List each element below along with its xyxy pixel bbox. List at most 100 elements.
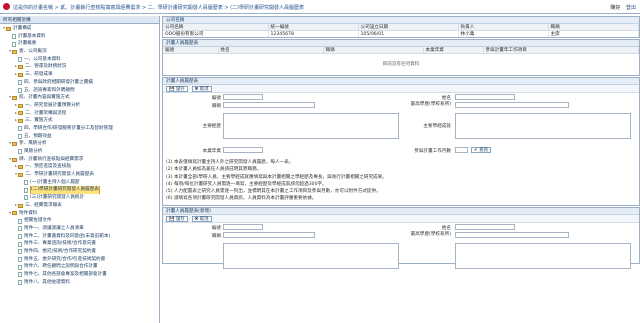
sidebar-item[interactable]: 附件四、委託/技術/合作研究契約書 <box>0 248 159 256</box>
col-title[interactable]: 職稱 <box>323 47 424 54</box>
staff-form: 編號 姓名 職稱 最高學歷(學校系所) 主要經歷 主要學經成就 本業年資 參與計… <box>163 93 639 157</box>
save-button[interactable]: 💾 儲存 <box>166 86 188 92</box>
sidebar-item[interactable]: ▾ 計畫構成 <box>0 25 159 33</box>
empty-message: 目前沒有任何資料 <box>382 62 420 67</box>
sidebar-item[interactable]: ▾ 壹、公司概況 <box>0 48 159 56</box>
sidebar-item[interactable]: 附件五、委外研究/合作/引進技術契約書 <box>0 256 159 264</box>
sidebar-item[interactable]: ▾ 二、學研計畫研究開發人員履歷表 <box>0 171 159 179</box>
sidebar-item[interactable]: ▸ 三、經費需求總表 <box>0 202 159 210</box>
sidebar-item[interactable]: 相關佐證文件 <box>0 217 159 225</box>
table-row: OOO股份有限公司 12345678 105/06/01 林小萬 主席 <box>163 30 639 37</box>
document-icon <box>18 272 22 278</box>
cancel-label: 取消 <box>199 87 209 92</box>
sidebar-item-label: 計畫概要 <box>18 41 37 47</box>
document-icon <box>18 133 22 139</box>
achievements-textarea-2[interactable] <box>455 242 631 269</box>
sidebar-item[interactable]: ▸ 三、實施方式 <box>0 117 159 125</box>
sidebar-item[interactable]: ▾ 參、風險分析 <box>0 140 159 148</box>
folder-icon <box>18 103 23 108</box>
save-button-2[interactable]: 💾 儲存 <box>166 215 188 222</box>
sidebar-item[interactable]: ▸ 二、營運及財務狀況 <box>0 63 159 71</box>
sidebar-item-label: 三、研發成果 <box>25 72 53 78</box>
experience-textarea-2[interactable] <box>223 242 399 269</box>
sidebar-item[interactable]: (三)計畫研究開發人員統計 <box>0 194 159 202</box>
document-icon <box>18 226 22 232</box>
sidebar-item-label: 二、學研計畫研究開發人員履歷表 <box>25 172 94 178</box>
sidebar-item[interactable]: 四、學研合作/研發服務計畫分工及智財管理 <box>0 125 159 133</box>
logout-link[interactable]: 登出 <box>626 5 636 11</box>
sidebar-item[interactable]: 附件二、計畫書資料及同意函(未簽前範本) <box>0 233 159 241</box>
top-bar: 這是你的計畫名稱 > 貳、計畫執行查核點填寫與經費需求 > 二、學研計畫研究開發… <box>0 0 640 14</box>
sidebar-item-label: (一)計畫主持人個人履歷 <box>30 179 80 185</box>
sidebar-item[interactable]: ▾ 貳、計畫內容與實施方式 <box>0 94 159 102</box>
sidebar-item[interactable]: 附件三、專業諮詢/技術/合作意向書 <box>0 240 159 248</box>
label-name-2: 姓名 <box>441 225 451 231</box>
cancel-button-2[interactable]: ✖ 取消 <box>191 215 212 222</box>
sidebar-item[interactable]: 五、預期效益 <box>0 133 159 141</box>
col-id[interactable]: 編號 <box>163 47 219 54</box>
name-input[interactable] <box>455 94 515 100</box>
folder-icon <box>6 26 11 31</box>
sidebar-item[interactable]: ▾ 附件資料 <box>0 210 159 218</box>
sidebar-item[interactable]: 四、參與政府相關研發計畫之實績 <box>0 79 159 87</box>
sidebar-item[interactable]: 風險分析 <box>0 148 159 156</box>
sidebar-item-label: 四、學研合作/研發服務計畫分工及智財管理 <box>24 125 113 131</box>
achievements-textarea[interactable] <box>455 113 631 139</box>
label-months: 參與計畫工作月數 <box>414 149 451 154</box>
title-input-2[interactable] <box>223 231 315 238</box>
label-id-2: 編號 <box>211 225 221 231</box>
folder-icon <box>18 165 23 170</box>
staff-list-title: 計畫人員履歷表 <box>163 40 639 47</box>
sidebar-item[interactable]: (二)學研計畫研究開發人員履歷表 <box>0 186 159 195</box>
sidebar-item[interactable]: (一)計畫主持人個人履歷 <box>0 179 159 187</box>
id-input-2[interactable] <box>223 223 263 230</box>
document-icon <box>18 218 22 224</box>
sidebar-item[interactable]: 附件七、其他各部會專案及相關部會計畫 <box>0 271 159 279</box>
document-icon <box>18 233 22 239</box>
query-label: 查詢 <box>479 148 488 153</box>
sidebar-item[interactable]: 計畫基本資料 <box>0 33 159 41</box>
sidebar-item-label: 附件五、委外研究/合作/引進技術契約書 <box>24 256 106 262</box>
document-icon <box>18 264 22 270</box>
name-input-2[interactable] <box>455 223 515 230</box>
document-icon <box>24 180 28 186</box>
sidebar-item[interactable]: ▸ 二、計畫架構與流程 <box>0 110 159 118</box>
years-input[interactable] <box>223 147 263 153</box>
company-panel-title: 公司名稱 <box>163 17 639 24</box>
sidebar-item[interactable]: 五、諮詢專家和外聘顧問 <box>0 87 159 95</box>
col-name[interactable]: 姓名 <box>218 47 324 54</box>
new-form-toolbar: 💾 儲存 ✖ 取消 <box>163 214 639 223</box>
sidebar-item[interactable]: 附件八、其他佐證資料 <box>0 279 159 287</box>
folder-icon <box>12 142 17 147</box>
cancel-button[interactable]: ✖ 取消 <box>191 86 212 92</box>
title-input[interactable] <box>223 102 315 108</box>
document-icon <box>18 241 22 247</box>
folder-icon <box>18 111 23 116</box>
sidebar-item-label: 風險分析 <box>24 149 43 154</box>
sidebar-item-label: 一、預定進度及查核點 <box>25 164 71 170</box>
col-work-items[interactable]: 參與計畫年工作項目 <box>483 47 639 54</box>
sidebar-item[interactable]: 附件一、須讓渡讓之人員清單 <box>0 225 159 233</box>
col-years[interactable]: 本業年資 <box>423 47 484 54</box>
query-button[interactable]: ✔ 查詢 <box>471 147 491 153</box>
note-item: (2) 本計畫人員如為兼任人員請註明其原職務。 <box>166 167 262 173</box>
folder-icon <box>18 172 23 177</box>
document-icon <box>18 126 22 132</box>
staff-list-table: 編號 姓名 職稱 本業年資 參與計畫年工作項目 <box>163 47 639 54</box>
folder-icon <box>18 203 23 208</box>
months-input[interactable] <box>455 147 468 153</box>
id-input[interactable] <box>223 94 263 100</box>
sidebar-item-label: 計畫構成 <box>13 26 32 31</box>
sidebar-item-label: 四、參與政府相關研發計畫之實績 <box>24 79 93 85</box>
sidebar-item[interactable]: ▾ 肆、計畫執行查核點與經費需求 <box>0 156 159 164</box>
degree-input[interactable] <box>455 102 569 108</box>
sidebar-item[interactable]: 計畫概要 <box>0 40 159 48</box>
sidebar-item[interactable]: ▸ 一、研究發展計畫預算分析 <box>0 102 159 110</box>
sidebar-item[interactable]: ▸ 三、研發成果 <box>0 71 159 79</box>
sidebar-item[interactable]: ▸ 一、預定進度及查核點 <box>0 163 159 171</box>
sidebar-item[interactable]: 附件六、聘任顧問之說明與合作計畫 <box>0 263 159 271</box>
sidebar-item[interactable]: 一、公司基本資料 <box>0 56 159 64</box>
degree-input-2[interactable] <box>455 231 569 238</box>
staff-form-panel: 計畫人員履歷表 💾 儲存 ✖ 取消 編號 姓名 職稱 最高學歷(學校系所) 主要… <box>162 77 640 206</box>
experience-textarea[interactable] <box>223 113 399 139</box>
